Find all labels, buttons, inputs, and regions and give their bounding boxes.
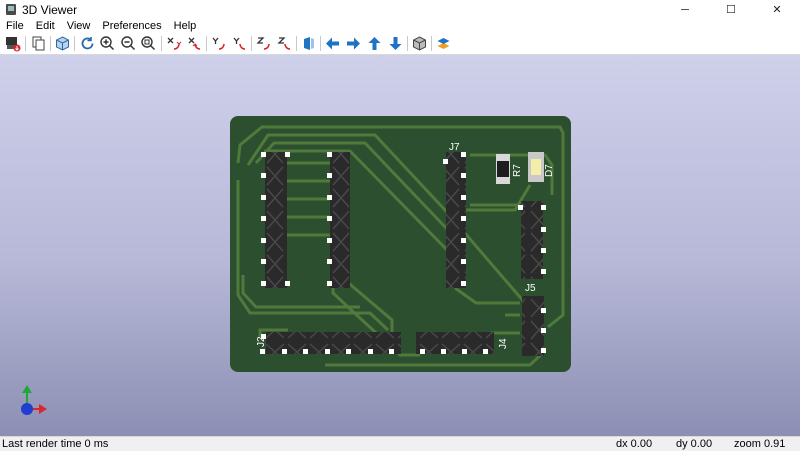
connector-j3 [327,152,350,288]
title-bar: 3D Viewer ─ ☐ ✕ [0,0,800,19]
toolbar-separator [25,36,26,51]
render-options-button[interactable] [53,34,72,53]
maximize-button[interactable]: ☐ [708,0,754,19]
connector-j5 [522,296,546,356]
minimize-button[interactable]: ─ [662,0,708,19]
toolbar-separator [431,36,432,51]
pan-left-icon [326,37,339,50]
rotate-y-cw-button[interactable] [209,34,228,53]
zoom-fit-icon [141,36,156,51]
pan-right-button[interactable] [344,34,363,53]
pcb-scene: J7 R7 D7 J5 J2 J4 [21,116,571,415]
toolbar [0,33,800,55]
toolbar-separator [251,36,252,51]
menu-edit[interactable]: Edit [30,19,61,33]
label-j2: J2 [256,336,267,347]
export-image-icon [6,37,21,52]
zoom-in-button[interactable] [98,34,117,53]
menu-help[interactable]: Help [168,19,203,33]
toolbar-separator [206,36,207,51]
menu-file[interactable]: File [0,19,30,33]
menu-view[interactable]: View [61,19,97,33]
connector-j2 [260,332,401,354]
window-title: 3D Viewer [22,2,78,17]
pan-down-button[interactable] [386,34,405,53]
ortho-toggle-button[interactable] [410,34,429,53]
copy-button[interactable] [29,34,48,53]
toolbar-separator [296,36,297,51]
menu-bar: File Edit View Preferences Help [0,19,800,33]
toolbar-separator [320,36,321,51]
toolbar-separator [161,36,162,51]
pan-down-icon [389,37,402,50]
dx-readout: dx 0.00 [616,438,653,450]
pan-up-icon [368,37,381,50]
flip-board-button[interactable] [299,34,318,53]
rotate-x-ccw-button[interactable] [185,34,204,53]
connector-j7 [443,152,466,288]
pan-left-button[interactable] [323,34,342,53]
label-r7: R7 [512,164,523,177]
toolbar-separator [50,36,51,51]
toolbar-separator [407,36,408,51]
rotate-y-ccw-button[interactable] [230,34,249,53]
connector-j4 [416,332,494,354]
status-bar: Last render time 0 ms dx 0.00 dy 0.00 zo… [0,436,800,451]
window-controls: ─ ☐ ✕ [662,0,800,19]
layers-icon [437,38,450,49]
copy-icon [32,36,45,51]
led-d7 [528,152,544,182]
dy-readout: dy 0.00 [676,438,713,450]
3d-viewport[interactable]: J7 R7 D7 J5 J2 J4 [0,55,800,436]
rotate-z-cw-button[interactable] [254,34,273,53]
layers-button[interactable] [434,34,453,53]
menu-preferences[interactable]: Preferences [96,19,167,33]
zoom-out-icon [121,36,136,51]
zoom-readout: zoom 0.91 [734,438,786,450]
label-j5: J5 [525,283,536,294]
resistor-r7 [496,154,510,184]
close-button[interactable]: ✕ [754,0,800,19]
export-image-button[interactable] [3,34,22,53]
connector-j6 [518,201,546,279]
rotate-z-ccw-icon [277,37,291,50]
rotate-x-cw-button[interactable] [164,34,183,53]
rotate-z-cw-icon [256,37,270,50]
rotate-y-cw-icon [212,37,225,50]
cube-icon [56,36,69,51]
toolbar-separator [74,36,75,51]
pan-up-button[interactable] [365,34,384,53]
pan-right-icon [347,37,360,50]
label-d7: D7 [544,164,555,177]
axis-gizmo-icon [21,385,47,415]
zoom-fit-button[interactable] [139,34,158,53]
rotate-x-ccw-icon [188,37,201,50]
label-j4: J4 [498,338,509,349]
reload-icon [81,37,94,50]
connector-j1 [261,152,290,288]
render-time-text: Last render time 0 ms [2,438,109,450]
zoom-out-button[interactable] [119,34,138,53]
label-j7: J7 [449,142,460,153]
rotate-y-ccw-icon [233,37,246,50]
ortho-toggle-icon [413,36,426,51]
rotate-z-ccw-button[interactable] [275,34,294,53]
reload-button[interactable] [78,34,97,53]
app-icon [6,4,16,15]
zoom-in-icon [100,36,115,51]
rotate-x-cw-icon [167,37,182,50]
flip-board-icon [304,37,314,50]
